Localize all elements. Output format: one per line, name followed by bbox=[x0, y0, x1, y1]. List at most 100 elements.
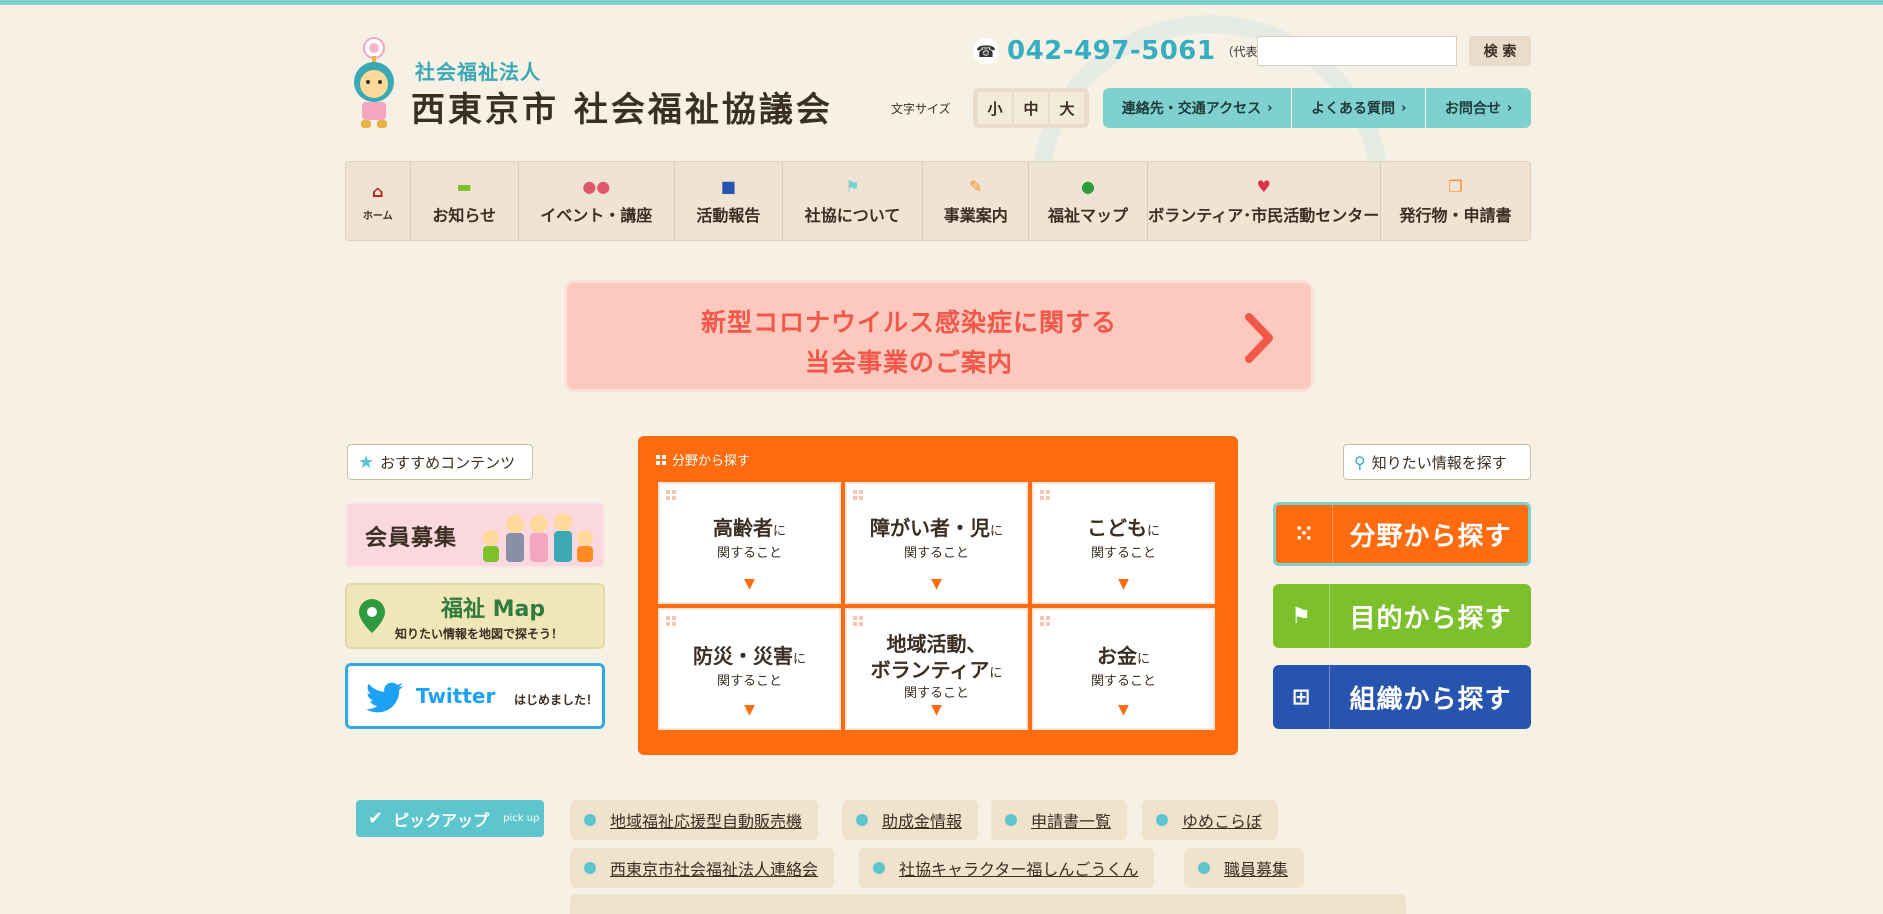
logo-subtitle: 社会福祉法人 bbox=[415, 60, 541, 84]
field-cell-community[interactable]: 地域活動、 ボランティアに 関すること ▼ bbox=[845, 608, 1028, 730]
field-panel-title: 分野から探す bbox=[656, 450, 750, 469]
search-by-org-label: 組織から探す bbox=[1349, 684, 1512, 715]
nav-item-home[interactable]: ⌂ ホーム bbox=[346, 162, 411, 240]
pickup-link-label: 助成金情報 bbox=[882, 812, 963, 831]
field-cell-money[interactable]: お金に 関すること ▼ bbox=[1032, 608, 1215, 730]
search-by-purpose-button[interactable]: ⚑ 目的から探す bbox=[1273, 584, 1531, 648]
search-button[interactable]: 検 索 bbox=[1469, 36, 1531, 66]
chevron-right-icon: › bbox=[1267, 100, 1273, 116]
pickup-link-label: 職員募集 bbox=[1224, 860, 1289, 879]
nav-item-news[interactable]: ▬ お知らせ bbox=[411, 162, 519, 240]
pickup-link-forms[interactable]: 申請書一覧 bbox=[991, 800, 1128, 840]
field-panel-title-label: 分野から探す bbox=[672, 454, 751, 469]
dots-icon bbox=[666, 616, 676, 626]
field-cell-sub: 関すること bbox=[1090, 546, 1156, 561]
field-cell-elderly[interactable]: 高齢者に 関すること ▼ bbox=[658, 482, 841, 604]
edit-icon: ✎ bbox=[969, 177, 983, 196]
field-cell-main: 障がい者・児に bbox=[869, 516, 1003, 540]
util-link-contact[interactable]: お問合せ › bbox=[1426, 88, 1531, 128]
pickup-heading-en: pick up bbox=[503, 813, 540, 824]
nav-item-events[interactable]: ●● イベント・講座 bbox=[519, 162, 675, 240]
twitter-card[interactable]: Twitter はじめました！ bbox=[345, 663, 605, 729]
util-link-label: 連絡先・交通アクセス bbox=[1121, 101, 1262, 117]
util-link-access[interactable]: 連絡先・交通アクセス › bbox=[1103, 88, 1293, 128]
phone-block: ☎ 042-497-5061 （代表） bbox=[973, 34, 1270, 68]
font-size-large-button[interactable]: 大 bbox=[1050, 92, 1084, 124]
font-size-small-button[interactable]: 小 bbox=[978, 92, 1012, 124]
welfare-map-title: 福祉 Map bbox=[441, 597, 546, 622]
nav-item-label: 福祉マップ bbox=[1047, 206, 1128, 225]
pickup-link-yumecollab[interactable]: ゆめこらぼ bbox=[1142, 800, 1279, 840]
pickup-link-vending[interactable]: 地域福祉応援型自動販売機 bbox=[570, 800, 819, 840]
bullet-icon bbox=[1198, 862, 1210, 874]
chevron-right-icon bbox=[1245, 313, 1273, 363]
nav-item-label: 社協について bbox=[804, 206, 901, 225]
nav-item-reports[interactable]: ■ 活動報告 bbox=[675, 162, 784, 240]
field-cell-sub: 関すること bbox=[716, 674, 782, 689]
bullet-icon bbox=[584, 814, 596, 826]
field-search-panel: 分野から探す 高齢者に 関すること ▼ 障がい者・児に 関すること ▼ こどもに… bbox=[638, 436, 1238, 755]
people-icon: ●● bbox=[582, 177, 611, 196]
pickup-link-liaison[interactable]: 西東京市社会福祉法人連絡会 bbox=[570, 848, 835, 888]
bottom-content-strip bbox=[570, 894, 1406, 914]
chevron-right-icon: › bbox=[1506, 100, 1513, 116]
twitter-label: Twitter bbox=[416, 684, 496, 708]
welfare-map-card[interactable]: 福祉 Map 知りたい情報を地図で探そう！ bbox=[345, 583, 605, 649]
util-link-label: よくある質問 bbox=[1310, 101, 1395, 117]
info-search-heading-label: 知りたい情報を探す bbox=[1371, 453, 1507, 472]
chevron-down-icon: ▼ bbox=[744, 576, 755, 592]
font-size-medium-button[interactable]: 中 bbox=[1014, 92, 1048, 124]
nav-item-publications[interactable]: ❐ 発行物・申請書 bbox=[1381, 162, 1530, 240]
dots-icon bbox=[853, 616, 863, 626]
field-cell-sub: 関すること bbox=[1090, 674, 1156, 689]
nav-item-about[interactable]: ⚑ 社協について bbox=[783, 162, 924, 240]
dots-icon bbox=[666, 490, 676, 500]
field-cell-main: 防災・災害に bbox=[692, 644, 806, 668]
font-size-label: 文字サイズ bbox=[891, 102, 951, 116]
field-cell-main: 高齢者に bbox=[712, 516, 786, 540]
twitter-bird-icon bbox=[366, 682, 403, 713]
nav-item-services[interactable]: ✎ 事業案内 bbox=[923, 162, 1030, 240]
phone-number[interactable]: 042-497-5061 bbox=[1007, 36, 1216, 66]
welfare-map-desc: 知りたい情報を地図で探そう！ bbox=[395, 627, 564, 641]
flag-icon: ⚑ bbox=[1273, 584, 1330, 648]
bullet-icon bbox=[1156, 814, 1168, 826]
pickup-link-character[interactable]: 社協キャラクター福しんごうくん bbox=[859, 848, 1155, 888]
heart-icon: ♥ bbox=[1256, 177, 1271, 196]
search-by-purpose-label: 目的から探す bbox=[1349, 603, 1512, 634]
pickup-link-recruit[interactable]: 職員募集 bbox=[1184, 848, 1305, 888]
pickup-link-grants[interactable]: 助成金情報 bbox=[842, 800, 979, 840]
field-cell-main: 地域活動、 bbox=[886, 632, 987, 656]
field-cell-children[interactable]: こどもに 関すること ▼ bbox=[1032, 482, 1215, 604]
nav-item-volunteer[interactable]: ♥ ボランティア･市民活動センター bbox=[1148, 162, 1381, 240]
map-pin-icon: ● bbox=[1080, 177, 1095, 196]
search-by-org-button[interactable]: ⊞ 組織から探す bbox=[1273, 665, 1531, 729]
dots-icon bbox=[1040, 616, 1050, 626]
check-icon: ✔ bbox=[368, 808, 384, 829]
org-chart-icon: ⊞ bbox=[1273, 665, 1330, 729]
pickup-link-label: 地域福祉応援型自動販売機 bbox=[610, 812, 803, 831]
search-by-field-button[interactable]: ⁙ 分野から探す bbox=[1273, 502, 1531, 566]
chevron-down-icon: ▼ bbox=[1118, 702, 1129, 718]
site-logo[interactable]: 社会福祉法人 西東京市 社会福祉協議会 bbox=[345, 30, 830, 140]
thumbs-up-icon: ■ bbox=[720, 177, 736, 196]
nav-item-label: 事業案内 bbox=[943, 206, 1008, 225]
star-icon: ★ bbox=[358, 451, 375, 473]
bullet-icon bbox=[873, 862, 885, 874]
family-illustration-icon bbox=[483, 513, 593, 562]
field-cell-disability[interactable]: 障がい者・児に 関すること ▼ bbox=[845, 482, 1028, 604]
field-cell-disaster[interactable]: 防災・災害に 関すること ▼ bbox=[658, 608, 841, 730]
covid-info-banner[interactable]: 新型コロナウイルス感染症に関する 当会事業のご案内 bbox=[564, 280, 1314, 392]
flag-icon: ⚑ bbox=[845, 177, 860, 196]
util-link-faq[interactable]: よくある質問 › bbox=[1292, 88, 1427, 128]
member-recruit-card[interactable]: 会員募集 bbox=[345, 502, 605, 568]
search-input[interactable] bbox=[1257, 36, 1457, 66]
pickup-link-label: ゆめこらぼ bbox=[1182, 812, 1263, 831]
info-search-heading: ⚲ 知りたい情報を探す bbox=[1343, 444, 1531, 480]
mascot-icon bbox=[354, 37, 394, 128]
phone-icon: ☎ bbox=[973, 38, 999, 64]
grid-icon: ⁙ bbox=[1276, 505, 1333, 563]
chevron-down-icon: ▼ bbox=[931, 576, 942, 592]
nav-item-map[interactable]: ● 福祉マップ bbox=[1029, 162, 1148, 240]
chevron-right-icon: › bbox=[1400, 100, 1407, 116]
